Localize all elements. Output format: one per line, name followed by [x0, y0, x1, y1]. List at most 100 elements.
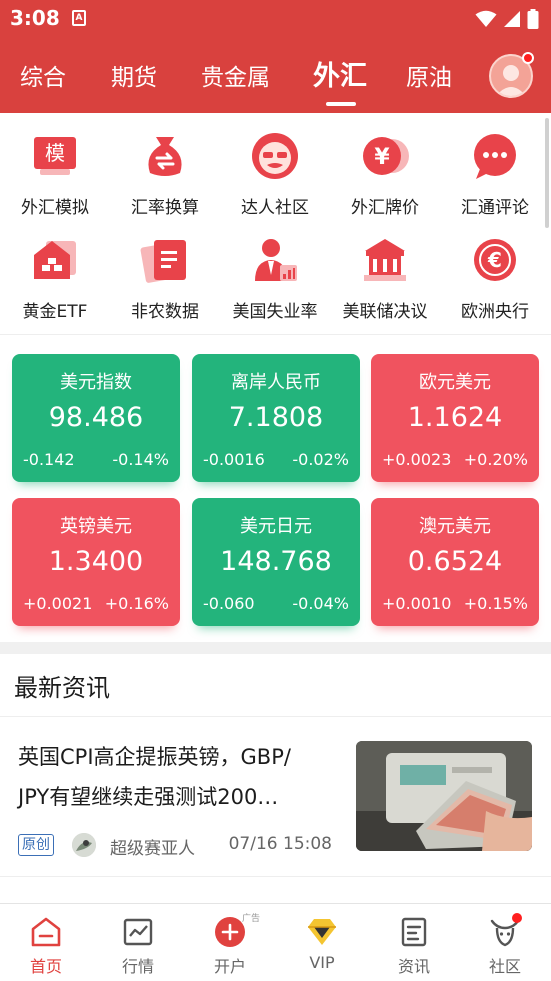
quote-name: 欧元美元	[419, 372, 491, 393]
nav-news[interactable]: 资讯	[368, 904, 460, 981]
grid-item-ecb[interactable]: € 欧洲央行	[440, 217, 550, 322]
home-icon	[31, 917, 61, 947]
nav-label: 行情	[121, 957, 154, 976]
quote-price: 98.486	[48, 402, 144, 433]
nav-label: 首页	[29, 957, 62, 976]
quote-change: -0.0016	[203, 450, 265, 469]
grid-item-nonfarm-data[interactable]: 非农数据	[110, 217, 220, 322]
quote-price: 1.3400	[48, 546, 144, 577]
grid-item-forex-simulation[interactable]: 模 外汇模拟	[0, 113, 110, 218]
tab-forex[interactable]: 外汇	[313, 54, 367, 93]
news-section-title: 最新资讯	[14, 674, 110, 702]
grid-label: 非农数据	[131, 302, 199, 322]
news-headline-line1: 英国CPI高企提振英镑，GBP/	[18, 745, 291, 769]
author-avatar[interactable]	[72, 833, 96, 857]
scrollbar[interactable]	[545, 118, 549, 228]
expert-community-icon	[252, 133, 298, 179]
yen-coin-icon: ¥	[363, 137, 409, 175]
quote-name: 英镑美元	[60, 516, 132, 537]
nav-open-account[interactable]: 开户	[184, 904, 276, 981]
nav-label: VIP	[309, 953, 335, 972]
quote-card-usdjpy[interactable]: 美元日元 148.768 -0.060 -0.04%	[192, 498, 360, 626]
news-thumbnail[interactable]	[356, 741, 532, 851]
tab-general[interactable]: 综合	[20, 58, 66, 92]
simulation-icon: 模	[34, 137, 76, 175]
tab-futures[interactable]: 期货	[111, 58, 157, 92]
grid-label: 黄金ETF	[22, 302, 88, 322]
quote-percent: +0.15%	[463, 594, 528, 613]
quote-change: +0.0021	[23, 594, 93, 613]
quote-card-offshore-cny[interactable]: 离岸人民币 7.1808 -0.0016 -0.02%	[192, 354, 360, 482]
notification-dot	[522, 52, 534, 64]
author-name[interactable]: 超级赛亚人	[110, 834, 195, 859]
quote-percent: -0.02%	[292, 450, 349, 469]
news-item[interactable]: 英国CPI高企提振英镑，GBP/ JPY有望继续走强测试200… 原创 超级赛亚…	[0, 717, 551, 877]
header: 3:08 A 综合 期货 贵金属 外汇 原油	[0, 0, 551, 113]
quote-change: +0.0010	[382, 594, 452, 613]
grid-label: 美国失业率	[232, 302, 318, 322]
nonfarm-data-icon	[140, 240, 186, 283]
quote-percent: -0.14%	[112, 450, 169, 469]
nav-vip[interactable]: VIP	[276, 904, 368, 981]
quote-card-usd-index[interactable]: 美元指数 98.486 -0.142 -0.14%	[12, 354, 180, 482]
grid-label: 达人社区	[241, 198, 309, 218]
tool-grid: 模 外汇模拟 汇率换算 达人社区 ¥ 外汇牌价 汇通评论 黄金ETF 非农数据 …	[0, 113, 551, 335]
bottom-nav: 首页 行情 开户 VIP 资讯 社区 广告	[0, 903, 551, 981]
active-tab-indicator	[326, 102, 356, 106]
quote-price: 1.1624	[407, 402, 503, 433]
grid-item-rate-converter[interactable]: 汇率换算	[110, 113, 220, 218]
app-notification-icon: A	[72, 10, 86, 26]
gold-etf-icon	[34, 241, 76, 279]
quote-price: 148.768	[220, 546, 332, 577]
quote-price: 7.1808	[228, 402, 324, 433]
news-headline[interactable]: 英国CPI高企提振英镑，GBP/ JPY有望继续走强测试200…	[18, 737, 340, 817]
euro-coin-icon-text: €	[487, 248, 502, 272]
status-icons	[475, 8, 539, 30]
section-divider	[0, 642, 551, 654]
nav-market[interactable]: 行情	[92, 904, 184, 981]
app-screen: 3:08 A 综合 期货 贵金属 外汇 原油 模 外汇模拟 汇率换算 达人社区 …	[0, 0, 551, 981]
grid-label: 外汇模拟	[21, 198, 89, 218]
grid-label: 汇通评论	[461, 198, 529, 218]
divider	[0, 876, 551, 877]
wifi-icon	[475, 10, 497, 27]
quote-change: -0.060	[203, 594, 255, 613]
ad-tag: 广告	[242, 914, 261, 924]
nav-community[interactable]: 社区	[459, 904, 551, 981]
grid-label: 美联储决议	[342, 302, 428, 322]
author-avatar-image	[72, 833, 96, 857]
chart-icon	[123, 918, 153, 946]
euro-coin-icon: €	[474, 239, 516, 281]
nav-label: 开户	[213, 957, 246, 976]
tab-precious-metals[interactable]: 贵金属	[201, 58, 270, 92]
yen-coin-icon-text: ¥	[374, 145, 390, 170]
quote-percent: +0.16%	[104, 594, 169, 613]
quote-name: 澳元美元	[419, 516, 491, 537]
grid-item-forex-quotes[interactable]: ¥ 外汇牌价	[330, 113, 440, 218]
quote-card-gbpusd[interactable]: 英镑美元 1.3400 +0.0021 +0.16%	[12, 498, 180, 626]
grid-item-us-unemployment[interactable]: 美国失业率	[220, 217, 330, 322]
tab-crude-oil[interactable]: 原油	[406, 58, 452, 92]
money-bag-exchange-icon	[148, 137, 182, 176]
grid-label: 外汇牌价	[351, 198, 419, 218]
quote-card-eurusd[interactable]: 欧元美元 1.1624 +0.0023 +0.20%	[371, 354, 539, 482]
quote-card-audusd[interactable]: 澳元美元 0.6524 +0.0010 +0.15%	[371, 498, 539, 626]
news-doc-icon	[401, 917, 427, 947]
status-time: 3:08	[10, 6, 60, 30]
vip-diamond-icon	[308, 919, 336, 945]
quote-change: +0.0023	[382, 450, 452, 469]
grid-item-gold-etf[interactable]: 黄金ETF	[0, 217, 110, 322]
money-counter-image	[356, 741, 532, 851]
notification-dot	[512, 913, 522, 923]
grid-item-huitong-comment[interactable]: 汇通评论	[440, 113, 550, 218]
nav-label: 社区	[488, 957, 521, 976]
bank-icon	[364, 239, 406, 281]
news-headline-line2: JPY有望继续走强测试200…	[18, 785, 279, 809]
grid-item-fed-decision[interactable]: 美联储决议	[330, 217, 440, 322]
status-bar: 3:08 A	[0, 0, 551, 38]
signal-icon	[504, 11, 520, 27]
comment-bubble-icon	[474, 134, 516, 179]
news-meta: 原创 超级赛亚人 07/16 15:08	[18, 833, 338, 859]
nav-home[interactable]: 首页	[0, 904, 92, 981]
grid-item-expert-community[interactable]: 达人社区	[220, 113, 330, 218]
